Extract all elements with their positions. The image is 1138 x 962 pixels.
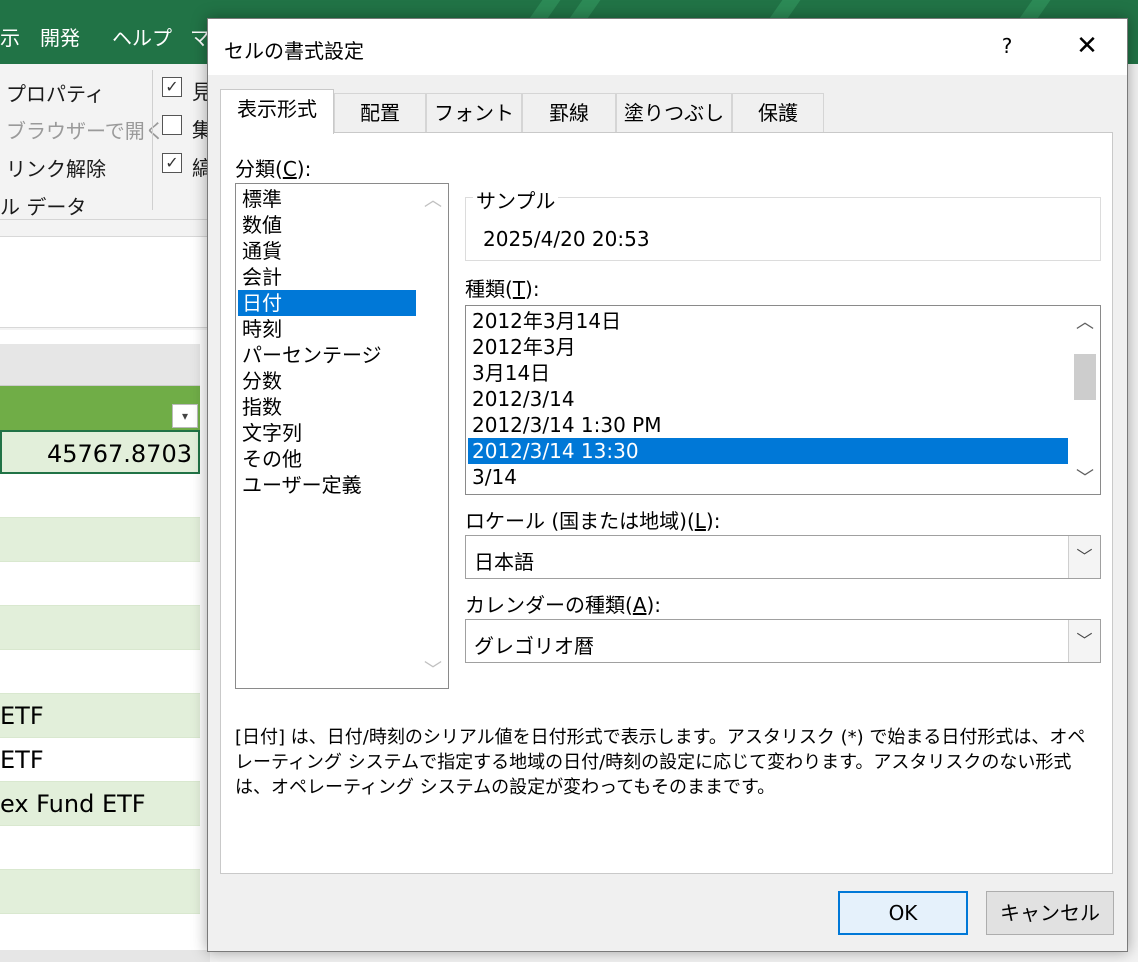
table-row[interactable]: ETF [0, 738, 200, 782]
table-row[interactable] [0, 870, 200, 914]
ok-button[interactable]: OK [838, 891, 968, 935]
ribbon-tab-developer[interactable]: 開発 [40, 22, 80, 51]
category-item-custom[interactable]: ユーザー定義 [238, 472, 416, 498]
table-row[interactable] [0, 826, 200, 870]
tab-font[interactable]: フォント [426, 93, 522, 133]
format-cells-dialog: セルの書式設定 ? ✕ 表示形式 配置 フォント 罫線 塗りつぶし 保護 分類(… [207, 18, 1128, 952]
tab-protection[interactable]: 保護 [732, 93, 824, 133]
category-item-accounting[interactable]: 会計 [238, 264, 416, 290]
close-button[interactable]: ✕ [1070, 29, 1104, 63]
category-item-special[interactable]: その他 [238, 446, 416, 472]
type-item[interactable]: 3月14日 [468, 360, 1068, 386]
table-row[interactable] [0, 474, 200, 518]
scroll-up-icon[interactable]: ︿ [1070, 310, 1100, 336]
formula-bar-area [0, 236, 210, 328]
header-row-checkbox[interactable]: ✓ [162, 77, 182, 97]
ribbon-separator [152, 70, 153, 210]
locale-value: 日本語 [474, 550, 534, 574]
category-item-fraction[interactable]: 分数 [238, 368, 416, 394]
table-row[interactable]: ex Fund ETF [0, 782, 200, 826]
category-item-date[interactable]: 日付 [238, 290, 416, 316]
category-item-general[interactable]: 標準 [238, 186, 416, 212]
category-list[interactable]: 標準 数値 通貨 会計 日付 時刻 パーセンテージ 分数 指数 文字列 その他 … [235, 183, 449, 689]
chevron-down-icon[interactable]: ﹀ [1068, 620, 1100, 662]
table-header-row [0, 386, 200, 430]
scroll-down-icon[interactable]: ﹀ [418, 658, 448, 684]
locale-label: ロケール (国または地域)(L): [465, 509, 721, 533]
sheet-tab-bar [0, 950, 210, 962]
right-edge [1128, 64, 1138, 962]
chevron-down-icon[interactable]: ﹀ [1068, 536, 1100, 578]
ribbon-tab-view[interactable]: 示 [0, 22, 20, 51]
category-item-currency[interactable]: 通貨 [238, 238, 416, 264]
type-item[interactable]: 3/14 [468, 464, 1068, 490]
column-header[interactable] [0, 344, 200, 386]
sample-value: 2025/4/20 20:53 [483, 227, 650, 251]
type-item[interactable]: 2012年3月14日 [468, 308, 1068, 334]
type-label: 種類(T): [465, 277, 540, 301]
scroll-up-icon[interactable]: ︿ [418, 188, 448, 214]
scroll-down-icon[interactable]: ﹀ [1070, 466, 1100, 492]
type-item[interactable]: 2012/3/14 [468, 386, 1068, 412]
type-item[interactable]: 2012年3月 [468, 334, 1068, 360]
category-item-time[interactable]: 時刻 [238, 316, 416, 342]
type-item[interactable]: 2012/3/14 1:30 PM [468, 412, 1068, 438]
filter-dropdown-button[interactable]: ▾ [172, 404, 198, 428]
open-in-browser-button[interactable]: ブラウザーで開く [6, 115, 165, 144]
ribbon-tab-help[interactable]: ヘルプ [112, 22, 172, 51]
tab-alignment[interactable]: 配置 [334, 93, 426, 133]
type-scrollbar[interactable]: ︿ ﹀ [1070, 306, 1100, 494]
banded-rows-checkbox[interactable]: ✓ [162, 153, 182, 173]
table-row[interactable] [0, 518, 200, 562]
type-list[interactable]: 2012年3月14日 2012年3月 3月14日 2012/3/14 2012/… [465, 305, 1101, 495]
category-item-scientific[interactable]: 指数 [238, 394, 416, 420]
unlink-button[interactable]: リンク解除 [6, 153, 106, 182]
help-button[interactable]: ? [994, 31, 1020, 61]
locale-dropdown[interactable]: 日本語 ﹀ [465, 535, 1101, 579]
worksheet[interactable]: ▾ 45767.8703 ETF ETF ex Fund ETF [0, 330, 210, 962]
category-label: 分類(C): [235, 157, 312, 181]
table-row[interactable] [0, 562, 200, 606]
calendar-label: カレンダーの種類(A): [465, 593, 662, 617]
dialog-title: セルの書式設定 [224, 39, 364, 63]
total-row-checkbox[interactable] [162, 115, 182, 135]
tab-border[interactable]: 罫線 [522, 93, 616, 133]
category-scrollbar[interactable]: ︿ ﹀ [418, 184, 448, 688]
type-item-selected[interactable]: 2012/3/14 13:30 [468, 438, 1068, 464]
properties-button[interactable]: プロパティ [6, 78, 105, 107]
calendar-value: グレゴリオ暦 [474, 634, 594, 658]
selected-cell[interactable]: 45767.8703 [0, 430, 200, 474]
tab-number-format[interactable]: 表示形式 [220, 89, 334, 134]
table-row[interactable] [0, 606, 200, 650]
scrollbar-thumb[interactable] [1074, 354, 1096, 400]
category-item-percentage[interactable]: パーセンテージ [238, 342, 416, 368]
dialog-titlebar[interactable]: セルの書式設定 ? ✕ [208, 19, 1127, 75]
cancel-button[interactable]: キャンセル [986, 891, 1114, 935]
category-item-text[interactable]: 文字列 [238, 420, 416, 446]
sample-label: サンプル [473, 185, 559, 214]
table-row[interactable]: ETF [0, 694, 200, 738]
tab-fill[interactable]: 塗りつぶし [616, 93, 732, 133]
calendar-dropdown[interactable]: グレゴリオ暦 ﹀ [465, 619, 1101, 663]
external-data-label: ル データ [0, 195, 87, 219]
number-format-panel: 分類(C): 標準 数値 通貨 会計 日付 時刻 パーセンテージ 分数 指数 文… [220, 132, 1113, 874]
format-description: [日付] は、日付/時刻のシリアル値を日付形式で表示します。アスタリスク (*)… [235, 727, 1086, 798]
category-item-number[interactable]: 数値 [238, 212, 416, 238]
table-row[interactable] [0, 650, 200, 694]
